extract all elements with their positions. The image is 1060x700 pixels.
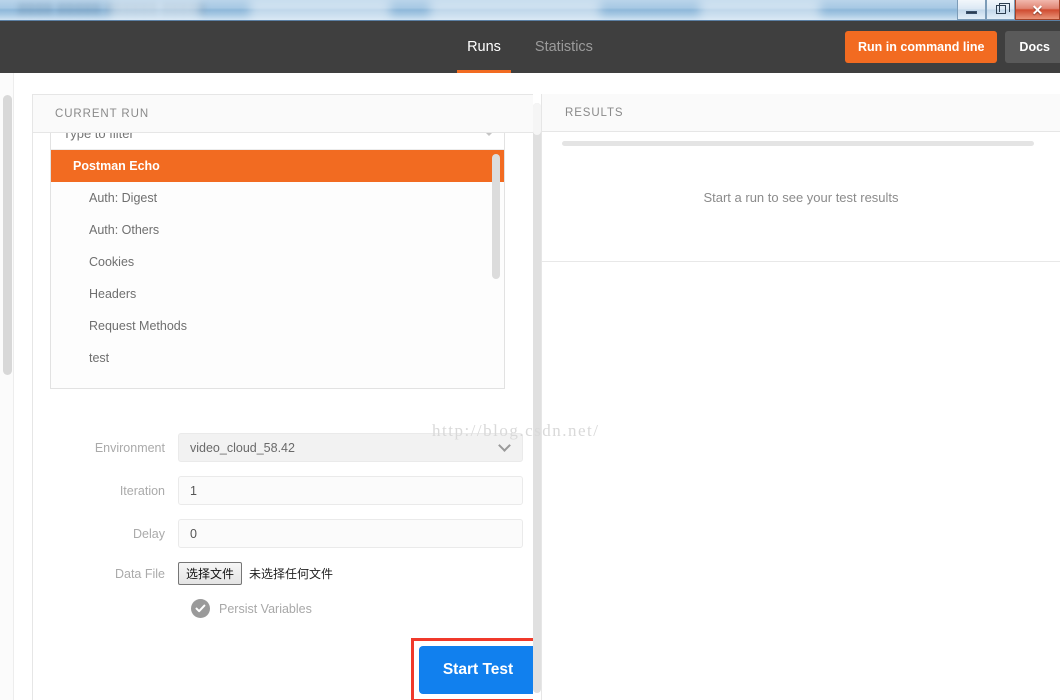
collection-scrollbar-thumb[interactable] — [492, 154, 500, 279]
persist-variables-checkbox[interactable] — [191, 599, 210, 618]
title-blur-smear-2 — [250, 0, 390, 21]
close-button[interactable]: ✕ — [1015, 0, 1060, 20]
iteration-input[interactable] — [178, 476, 523, 505]
collection-item-test[interactable]: test — [51, 342, 504, 374]
current-run-body: Postman Echo Auth: Digest Auth: Others C… — [33, 133, 540, 700]
docs-button[interactable]: Docs — [1005, 31, 1060, 63]
collection-item-request-methods[interactable]: Request Methods — [51, 310, 504, 342]
iteration-control — [178, 476, 523, 505]
page-scrollbar-thumb[interactable] — [3, 95, 12, 375]
environment-control: video_cloud_58.42 — [178, 433, 523, 462]
choose-file-button[interactable]: 选择文件 — [178, 562, 242, 585]
chevron-down-icon — [498, 439, 511, 452]
start-test-button[interactable]: Start Test — [419, 646, 537, 694]
file-selection-status: 未选择任何文件 — [249, 565, 333, 582]
current-run-scrollbar-thumb-top[interactable] — [533, 103, 541, 135]
title-blur-smear-1 — [110, 0, 200, 21]
collection-item-cookies[interactable]: Cookies — [51, 246, 504, 278]
iteration-row: Iteration — [33, 476, 540, 505]
current-run-header: CURRENT RUN — [33, 95, 540, 133]
delay-label: Delay — [33, 527, 178, 541]
data-file-control: 选择文件 未选择任何文件 — [178, 562, 523, 585]
title-blur-smear-3 — [430, 0, 600, 21]
maximize-button[interactable] — [986, 0, 1015, 20]
app-header: Runs Statistics Run in command line Docs — [0, 21, 1060, 73]
delay-input[interactable] — [178, 519, 523, 548]
filter-row — [51, 133, 504, 150]
restore-icon — [996, 5, 1006, 14]
iteration-label: Iteration — [33, 484, 178, 498]
collection-selector: Postman Echo Auth: Digest Auth: Others C… — [50, 133, 505, 389]
results-panel: RESULTS Start a run to see your test res… — [541, 94, 1060, 700]
start-test-highlight-box: Start Test — [411, 638, 540, 700]
tab-statistics[interactable]: Statistics — [533, 21, 595, 73]
collection-item-auth-others[interactable]: Auth: Others — [51, 214, 504, 246]
body-area: CURRENT RUN Postman Echo Auth: Digest Au… — [0, 73, 1060, 700]
persist-variables-row: Persist Variables — [33, 599, 540, 618]
persist-variables-label: Persist Variables — [219, 602, 312, 616]
environment-label: Environment — [33, 441, 178, 455]
data-file-label: Data File — [33, 567, 178, 581]
environment-select[interactable]: video_cloud_58.42 — [178, 433, 523, 462]
collection-scrollbar-track[interactable] — [494, 150, 502, 389]
minimize-button[interactable] — [957, 0, 986, 20]
os-title-bar: ▒▒▒▒ ▒▒▒▒▒ ▒▒▒▒▒▒ ▒▒▒▒▒ ✕ — [0, 0, 1060, 21]
tab-runs[interactable]: Runs — [465, 21, 503, 73]
results-empty-message: Start a run to see your test results — [542, 132, 1060, 262]
page-scrollbar-track[interactable] — [0, 73, 14, 700]
chevron-down-icon[interactable] — [484, 133, 494, 136]
collection-list[interactable]: Postman Echo Auth: Digest Auth: Others C… — [51, 150, 504, 389]
current-run-scrollbar-thumb[interactable] — [533, 103, 541, 693]
delay-control — [178, 519, 523, 548]
delay-row: Delay — [33, 519, 540, 548]
minimize-icon — [966, 11, 977, 14]
environment-row: Environment video_cloud_58.42 — [33, 433, 540, 462]
run-in-command-line-button[interactable]: Run in command line — [845, 31, 997, 63]
data-file-row: Data File 选择文件 未选择任何文件 — [33, 562, 540, 585]
environment-selected-value: video_cloud_58.42 — [190, 441, 295, 455]
collection-item-auth-digest[interactable]: Auth: Digest — [51, 182, 504, 214]
check-icon — [195, 603, 206, 614]
header-actions: Run in command line Docs — [845, 31, 1060, 63]
results-header: RESULTS — [542, 94, 1060, 132]
results-title: RESULTS — [565, 107, 624, 119]
collection-item-headers[interactable]: Headers — [51, 278, 504, 310]
run-settings-form: Environment video_cloud_58.42 Iteration — [33, 433, 540, 618]
current-run-title: CURRENT RUN — [55, 108, 149, 120]
window-controls: ✕ — [957, 0, 1060, 21]
close-icon: ✕ — [1032, 3, 1044, 17]
current-run-panel: CURRENT RUN Postman Echo Auth: Digest Au… — [32, 94, 541, 700]
results-body: Start a run to see your test results — [542, 132, 1060, 262]
filter-input[interactable] — [51, 133, 451, 142]
collection-item-postman-echo[interactable]: Postman Echo — [51, 150, 504, 182]
title-blur-smear-4 — [700, 0, 820, 21]
